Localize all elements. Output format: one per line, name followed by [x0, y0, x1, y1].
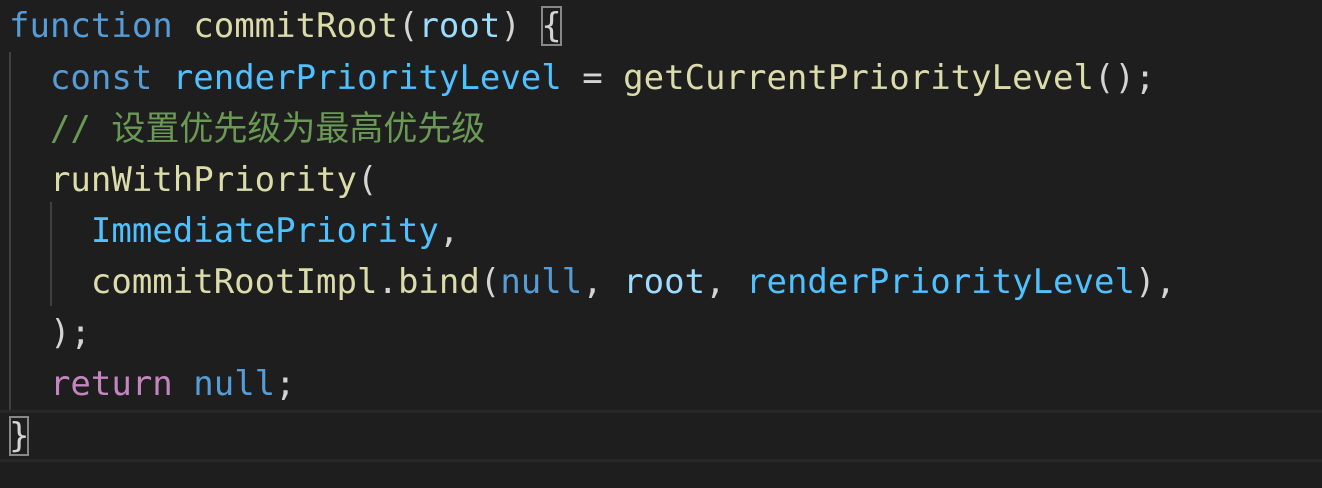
code-token: = — [561, 58, 624, 98]
matched-bracket: { — [541, 6, 562, 46]
code-token: commitRootImpl — [90, 262, 378, 302]
code-line[interactable]: } — [9, 410, 30, 462]
code-token: bind — [397, 262, 480, 302]
code-line[interactable]: ); — [9, 307, 91, 359]
code-token: , — [438, 211, 460, 251]
code-token: function — [9, 6, 173, 46]
code-token: , — [582, 262, 624, 302]
code-editor[interactable]: function commitRoot(root) { const render… — [0, 0, 1322, 488]
code-line[interactable]: return null; — [9, 358, 296, 410]
code-token: const — [49, 58, 153, 98]
code-line[interactable]: function commitRoot(root) { — [9, 0, 562, 52]
code-token: ImmediatePriority — [90, 211, 439, 251]
code-token: ( — [397, 6, 419, 46]
code-token: return — [49, 364, 173, 404]
code-token: commitRoot — [193, 6, 398, 46]
code-token: ( — [357, 160, 378, 200]
code-token: ( — [479, 262, 501, 302]
code-token: null — [500, 262, 583, 302]
code-token: null — [193, 364, 276, 404]
code-token: root — [623, 262, 706, 302]
code-token: , — [705, 262, 747, 302]
code-token: ) — [500, 6, 542, 46]
code-line[interactable]: commitRootImpl.bind(null, root, renderPr… — [9, 256, 1176, 308]
code-token: // 设置优先级为最高优先级 — [49, 109, 486, 149]
code-line[interactable]: runWithPriority( — [9, 154, 378, 206]
code-token: . — [377, 262, 398, 302]
code-token: ; — [275, 364, 296, 404]
code-token: ), — [1134, 262, 1176, 302]
code-token: getCurrentPriorityLevel — [623, 58, 1094, 98]
code-token: (); — [1093, 58, 1156, 98]
code-token: renderPriorityLevel — [172, 58, 562, 98]
code-token: renderPriorityLevel — [746, 262, 1135, 302]
code-line[interactable]: const renderPriorityLevel = getCurrentPr… — [9, 52, 1155, 104]
code-line[interactable]: ImmediatePriority, — [9, 205, 459, 257]
code-token: root — [418, 6, 501, 46]
matched-bracket: } — [9, 416, 30, 456]
code-line[interactable]: // 设置优先级为最高优先级 — [9, 103, 485, 155]
code-token: runWithPriority — [49, 160, 357, 200]
current-line-highlight — [0, 410, 1322, 462]
code-token: ); — [49, 313, 91, 353]
